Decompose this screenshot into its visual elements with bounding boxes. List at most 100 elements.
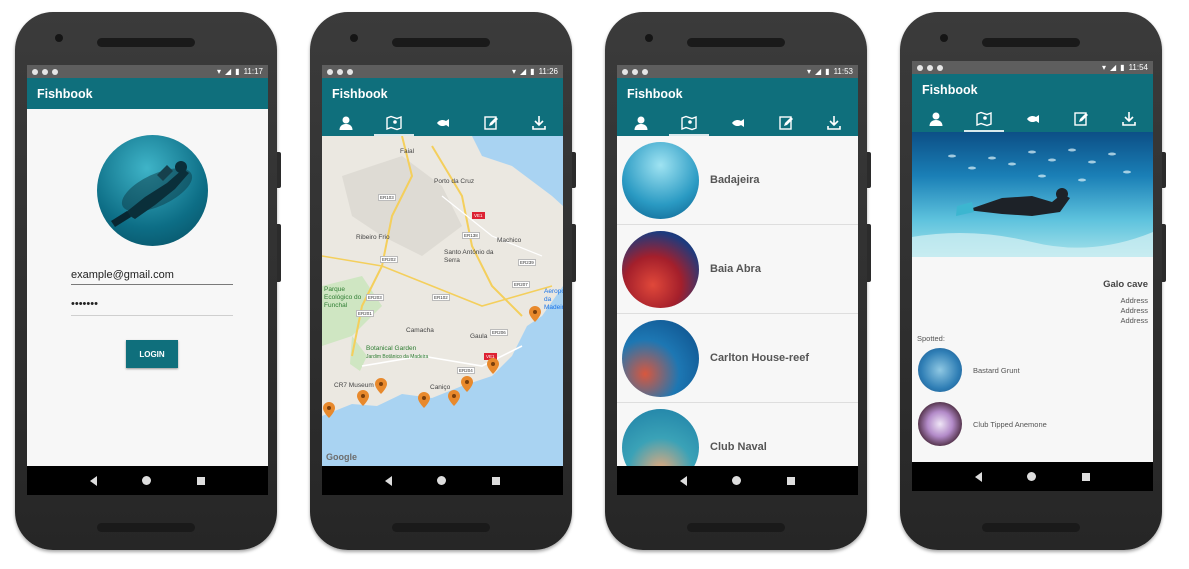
back-icon[interactable] — [974, 471, 982, 482]
tab-edit[interactable] — [1057, 105, 1105, 132]
recents-icon[interactable] — [787, 476, 796, 485]
status-bar: ▾ ◢ ▮ 11:26 — [322, 65, 563, 78]
map-icon — [976, 111, 992, 126]
profile-icon — [339, 116, 353, 130]
back-icon[interactable] — [679, 475, 687, 486]
map-label: Porto da Cruz — [434, 178, 475, 185]
signal-icon: ◢ — [1110, 63, 1117, 72]
login-button[interactable]: LOGIN — [126, 340, 178, 368]
tab-map[interactable] — [665, 109, 713, 136]
screen: ▾ ◢ ▮ 11:54 Fishbook Galo cave Address A… — [912, 61, 1153, 491]
wifi-icon: ▾ — [806, 67, 811, 76]
status-bar: ▾ ◢ ▮ 11:17 — [27, 65, 268, 78]
map-label: Aeroporto da Madeira — [544, 288, 563, 311]
edit-icon — [1074, 111, 1088, 126]
spot-row[interactable]: Badajeira — [617, 136, 858, 225]
home-icon[interactable] — [732, 476, 742, 485]
road-label: ER204 — [457, 367, 475, 374]
tab-fish[interactable] — [713, 109, 761, 136]
fish-name: Bastard Grunt — [973, 365, 1020, 375]
map-icon — [386, 115, 402, 130]
tab-map[interactable] — [960, 105, 1008, 132]
map-label: Faial — [400, 148, 415, 155]
tab-fish[interactable] — [1008, 105, 1056, 132]
road-label: ER203 — [366, 294, 384, 301]
nav-bar — [322, 466, 563, 495]
map-marker[interactable] — [357, 390, 369, 406]
road-label: ER239 — [518, 259, 536, 266]
nav-bar — [912, 462, 1153, 491]
tab-download[interactable] — [1105, 105, 1153, 132]
address-line: Address — [1120, 316, 1148, 325]
map-marker[interactable] — [448, 390, 460, 406]
tab-bar — [912, 105, 1153, 132]
spot-name: Badajeira — [710, 174, 760, 186]
back-icon[interactable] — [384, 475, 392, 486]
app-title: Fishbook — [27, 78, 268, 109]
home-icon[interactable] — [142, 476, 152, 485]
screen: ▾ ◢ ▮ 11:17 Fishbook example@gmail.com ••••… — [27, 65, 268, 495]
app-title: Fishbook — [912, 74, 1153, 105]
map-marker[interactable] — [487, 358, 499, 374]
tab-download[interactable] — [515, 109, 563, 136]
fish-icon — [436, 118, 449, 127]
tab-download[interactable] — [810, 109, 858, 136]
road-label: ER202 — [380, 256, 398, 263]
map-label: Jardim Botânico da Madeira — [366, 354, 429, 360]
map-label: Parque Ecológico do Funchal — [324, 286, 362, 309]
tab-map[interactable] — [370, 109, 418, 136]
download-icon — [1122, 111, 1136, 126]
map-label: CR7 Museum — [334, 382, 374, 389]
recents-icon[interactable] — [197, 476, 206, 485]
wifi-icon: ▾ — [216, 67, 221, 76]
home-icon[interactable] — [437, 476, 447, 485]
nav-bar — [27, 466, 268, 495]
spot-image — [622, 319, 699, 397]
spot-hero-image — [912, 132, 1153, 257]
address-line: Address — [1120, 306, 1148, 315]
spot-row[interactable]: Carlton House-reef — [617, 314, 858, 403]
recents-icon[interactable] — [492, 476, 501, 485]
tab-profile[interactable] — [617, 109, 665, 136]
fish-row[interactable]: Club Tipped Anemone — [912, 397, 1153, 451]
spot-row[interactable]: Baia Abra — [617, 225, 858, 314]
tab-edit[interactable] — [762, 109, 810, 136]
map-marker[interactable] — [375, 378, 387, 394]
tab-profile[interactable] — [912, 105, 960, 132]
signal-icon: ◢ — [225, 67, 232, 76]
nav-bar — [617, 466, 858, 495]
road-label: ER138 — [462, 232, 480, 239]
map-marker[interactable] — [529, 306, 541, 322]
map-view[interactable]: Faial Porto da Cruz Ribeiro Frio Santo A… — [322, 136, 563, 466]
fish-image — [918, 402, 962, 446]
signal-icon: ◢ — [815, 67, 822, 76]
road-label: ER206 — [490, 329, 508, 336]
clock: 11:26 — [538, 67, 558, 76]
tab-edit[interactable] — [467, 109, 515, 136]
recents-icon[interactable] — [1082, 472, 1091, 481]
tab-profile[interactable] — [322, 109, 370, 136]
screen: ▾ ◢ ▮ 11:26 Fishbook Faial Porto da Cruz… — [322, 65, 563, 495]
map-label: Ribeiro Frio — [356, 234, 390, 241]
map-label: Botanical Garden — [366, 345, 417, 352]
clock: 11:53 — [833, 67, 853, 76]
app-title: Fishbook — [322, 78, 563, 109]
clock: 11:54 — [1128, 63, 1148, 72]
email-field[interactable]: example@gmail.com — [71, 267, 233, 285]
map-marker[interactable] — [418, 392, 430, 408]
screen: ▾ ◢▮11:53 Fishbook Badajeira Baia Abra — [617, 65, 858, 495]
home-icon[interactable] — [1027, 472, 1037, 481]
tab-fish[interactable] — [418, 109, 466, 136]
spot-name: Baia Abra — [710, 263, 761, 275]
back-icon[interactable] — [89, 475, 97, 486]
password-field[interactable]: ••••••• — [71, 298, 233, 316]
battery-icon: ▮ — [530, 67, 535, 76]
app-title: Fishbook — [617, 78, 858, 109]
fish-row[interactable]: Bastard Grunt — [912, 343, 1153, 397]
fish-image — [918, 348, 962, 392]
map-marker[interactable] — [323, 402, 335, 418]
diver-avatar — [97, 135, 208, 246]
fish-name: Club Tipped Anemone — [973, 419, 1047, 429]
fish-icon — [1026, 114, 1039, 123]
map-marker[interactable] — [461, 376, 473, 392]
